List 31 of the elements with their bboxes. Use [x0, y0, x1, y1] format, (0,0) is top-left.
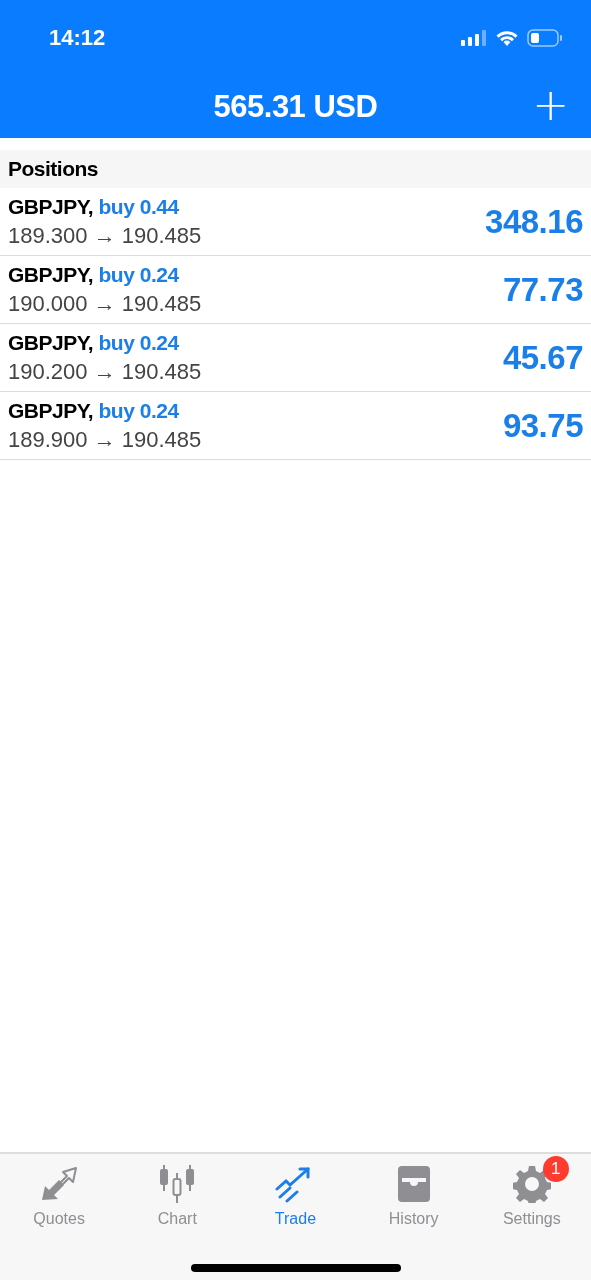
position-prices: 189.300 → 190.485 [8, 222, 202, 249]
position-row[interactable]: GBPJPY, buy 0.24 190.200 → 190.485 45.67 [0, 324, 591, 392]
position-profit: 93.75 [502, 406, 583, 445]
tab[interactable]: Trade [240, 1154, 351, 1230]
position-profit: 77.73 [502, 270, 583, 309]
position-prices: 190.200 → 190.485 [8, 358, 202, 385]
wifi-icon [495, 28, 519, 47]
position-profit: 348.16 [485, 202, 583, 241]
position-row[interactable]: GBPJPY, buy 0.44 189.300 → 190.485 348.16 [0, 188, 591, 256]
position-profit: 45.67 [502, 338, 583, 377]
arrows-icon [39, 1166, 80, 1202]
battery-icon [527, 28, 563, 47]
tab[interactable]: Chart [122, 1154, 233, 1230]
position-row[interactable]: GBPJPY, buy 0.24 190.000 → 190.485 77.73 [0, 256, 591, 324]
gear-icon [512, 1165, 551, 1203]
tab[interactable]: Quotes [4, 1154, 115, 1230]
position-title: GBPJPY, buy 0.24 [8, 398, 180, 423]
notification-badge: 1 [542, 1156, 569, 1182]
section-title: Positions [8, 157, 98, 181]
position-prices: 190.000 → 190.485 [8, 290, 202, 317]
signal-icon [461, 29, 487, 46]
position-title: GBPJPY, buy 0.24 [8, 262, 180, 287]
status-time: 14:12 [49, 24, 106, 51]
position-title: GBPJPY, buy 0.44 [8, 194, 180, 219]
position-prices: 189.900 → 190.485 [8, 426, 202, 453]
position-title: GBPJPY, buy 0.24 [8, 330, 180, 355]
position-row[interactable]: GBPJPY, buy 0.24 189.900 → 190.485 93.75 [0, 392, 591, 460]
balance-title: 565.31 USD [213, 88, 378, 125]
tab[interactable]: 1 Settings [476, 1154, 587, 1230]
add-button[interactable]: + [532, 83, 569, 127]
tab[interactable]: History [358, 1154, 469, 1230]
